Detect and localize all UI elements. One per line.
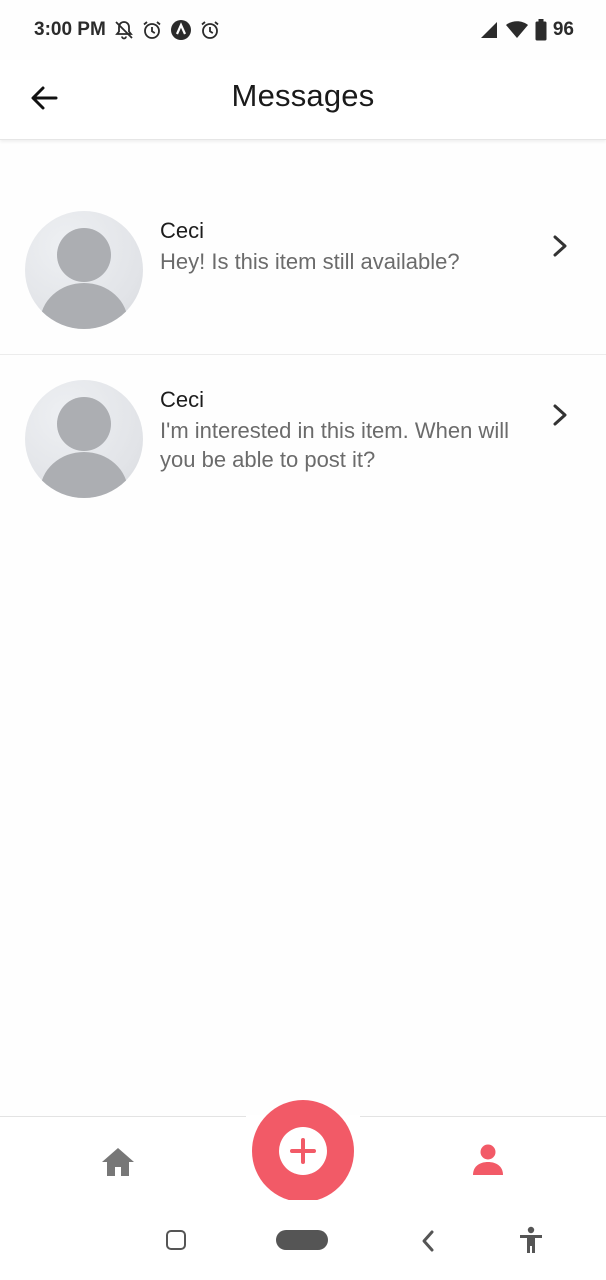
back-triangle-icon[interactable] [418, 1228, 438, 1254]
wifi-icon [505, 21, 528, 38]
status-right: 96 [479, 19, 574, 41]
sender-name: Ceci [160, 387, 205, 412]
page-title: Messages [231, 78, 375, 113]
home-tab[interactable] [100, 1145, 136, 1179]
avatar-head-shape [57, 228, 111, 282]
battery-icon [535, 19, 547, 41]
home-pill-button[interactable] [276, 1230, 328, 1250]
chevron-right-icon [553, 235, 567, 257]
system-nav-bar [0, 1200, 606, 1280]
alarm-icon [201, 21, 219, 39]
add-button-inner [279, 1127, 327, 1175]
status-time: 3:00 PM [34, 19, 106, 40]
status-left: 3:00 PM [34, 19, 220, 41]
notifications-off-icon [114, 21, 133, 40]
message-preview: I'm interested in this item. When will y… [160, 418, 509, 472]
accessibility-icon[interactable] [518, 1226, 544, 1254]
alarm-icon [143, 21, 161, 39]
message-preview: Hey! Is this item still available? [160, 249, 460, 274]
status-bar: 3:00 PM 96 [0, 0, 606, 60]
add-button[interactable] [252, 1100, 354, 1202]
app-icon [170, 20, 191, 40]
profile-icon [473, 1144, 503, 1175]
battery-level: 96 [552, 19, 574, 40]
app-header: Messages [0, 60, 606, 140]
message-item-2[interactable]: Ceci I'm interested in this item. When w… [0, 355, 606, 523]
add-icon [290, 1138, 316, 1164]
home-icon [102, 1148, 134, 1176]
avatar-body-shape [40, 283, 128, 329]
message-list: Ceci Hey! Is this item still available? … [0, 186, 606, 523]
sender-name: Ceci [160, 218, 205, 243]
profile-tab[interactable] [470, 1143, 506, 1177]
message-item-1[interactable]: Ceci Hey! Is this item still available? [0, 186, 606, 355]
message-text: Ceci I'm interested in this item. When w… [160, 380, 540, 474]
avatar [25, 380, 143, 498]
message-text: Ceci Hey! Is this item still available? [160, 211, 540, 276]
recents-button[interactable] [166, 1230, 186, 1250]
avatar-body-shape [40, 452, 128, 498]
avatar-head-shape [57, 397, 111, 451]
avatar [25, 211, 143, 329]
signal-icon [480, 22, 497, 38]
chevron-right-icon [553, 404, 567, 426]
